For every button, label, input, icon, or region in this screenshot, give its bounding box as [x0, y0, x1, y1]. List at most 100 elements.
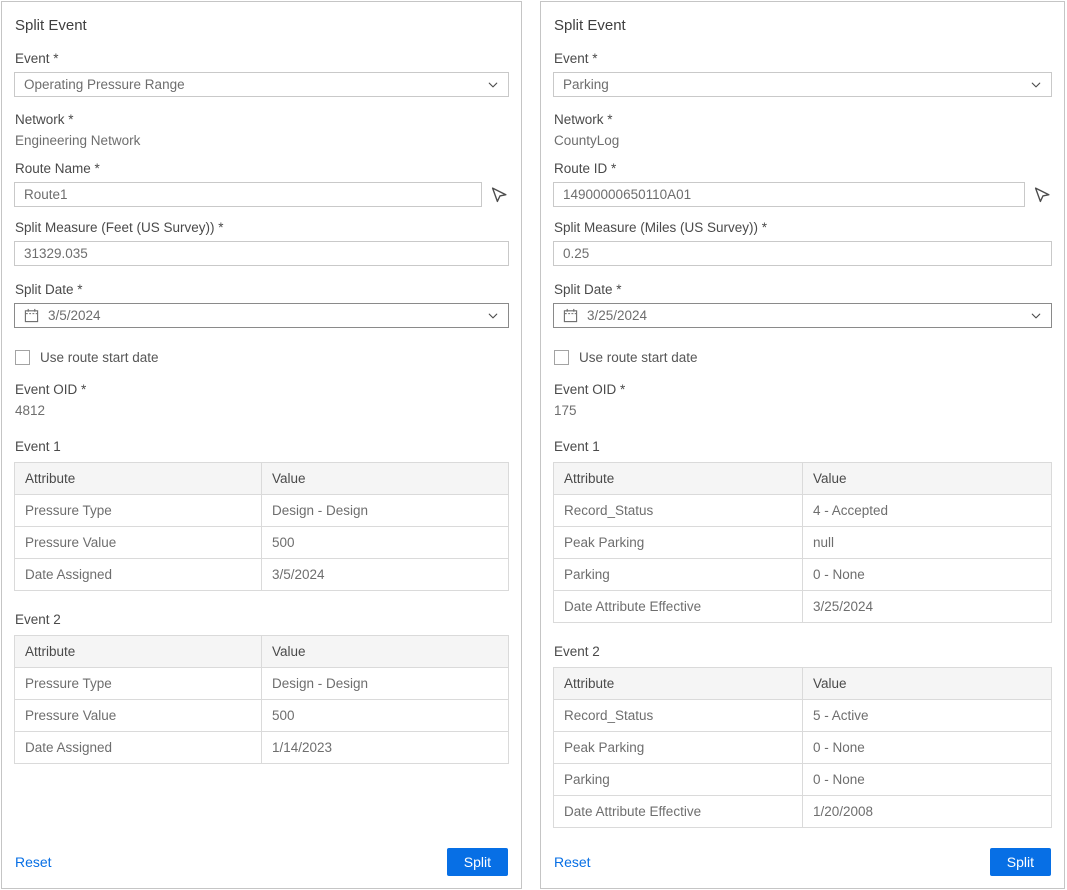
split-button[interactable]: Split — [447, 848, 508, 876]
attribute-cell: Record_Status — [554, 495, 803, 527]
table-row: Record_Status 5 - Active — [554, 700, 1052, 732]
value-cell: null — [803, 527, 1052, 559]
value-cell: 3/5/2024 — [262, 559, 509, 591]
use-route-start-date-checkbox[interactable] — [554, 350, 569, 365]
attribute-cell: Pressure Type — [15, 668, 262, 700]
attribute-cell: Date Assigned — [15, 732, 262, 764]
event-label: Event * — [15, 51, 509, 66]
attribute-cell: Record_Status — [554, 700, 803, 732]
page-title: Split Event — [15, 17, 509, 34]
attribute-cell: Pressure Type — [15, 495, 262, 527]
value-cell: 4 - Accepted — [803, 495, 1052, 527]
value-column-header: Value — [262, 463, 509, 495]
attribute-cell: Peak Parking — [554, 527, 803, 559]
event2-table: Attribute Value Record_Status 5 - Active… — [553, 667, 1052, 828]
value-cell: Design - Design — [262, 668, 509, 700]
split-date-label: Split Date * — [554, 282, 1052, 297]
page-title: Split Event — [554, 17, 1052, 34]
value-cell: 500 — [262, 527, 509, 559]
attribute-cell: Pressure Value — [15, 700, 262, 732]
reset-button[interactable]: Reset — [15, 854, 52, 870]
split-event-widgets: Split Event Event * Operating Pressure R… — [0, 0, 1067, 889]
split-button[interactable]: Split — [990, 848, 1051, 876]
route-input-value: 14900000650110A01 — [563, 187, 691, 202]
event-label: Event * — [554, 51, 1052, 66]
measure-label: Split Measure (Feet (US Survey)) * — [15, 220, 509, 235]
event1-title: Event 1 — [15, 439, 509, 454]
use-route-start-date-label: Use route start date — [579, 350, 698, 365]
select-route-pointer-icon[interactable] — [489, 185, 509, 205]
event2-title: Event 2 — [15, 612, 509, 627]
measure-input[interactable]: 31329.035 — [14, 241, 509, 266]
table-row: Parking 0 - None — [554, 559, 1052, 591]
table-row: Pressure Value 500 — [15, 700, 509, 732]
table-row: Date Attribute Effective 3/25/2024 — [554, 591, 1052, 623]
table-row: Pressure Type Design - Design — [15, 495, 509, 527]
event1-title: Event 1 — [554, 439, 1052, 454]
value-cell: 0 - None — [803, 764, 1052, 796]
event-oid-label: Event OID * — [554, 382, 1052, 397]
event-select[interactable]: Parking — [553, 72, 1052, 97]
split-date-picker[interactable]: 3/5/2024 — [14, 303, 509, 328]
chevron-down-icon — [487, 310, 499, 322]
use-route-start-date-checkbox[interactable] — [15, 350, 30, 365]
split-event-panel-right: Split Event Event * Parking Network * Co… — [540, 1, 1065, 889]
calendar-icon — [563, 308, 578, 323]
attribute-cell: Date Attribute Effective — [554, 796, 803, 828]
network-label: Network * — [554, 112, 1052, 127]
value-column-header: Value — [262, 636, 509, 668]
chevron-down-icon — [1030, 79, 1042, 91]
value-column-header: Value — [803, 668, 1052, 700]
network-label: Network * — [15, 112, 509, 127]
table-row: Peak Parking null — [554, 527, 1052, 559]
attribute-cell: Date Attribute Effective — [554, 591, 803, 623]
attribute-cell: Parking — [554, 559, 803, 591]
route-label: Route Name * — [15, 161, 509, 176]
event1-table: Attribute Value Record_Status 4 - Accept… — [553, 462, 1052, 623]
calendar-icon — [24, 308, 39, 323]
value-cell: 0 - None — [803, 559, 1052, 591]
route-label: Route ID * — [554, 161, 1052, 176]
split-date-value: 3/25/2024 — [587, 308, 647, 323]
attribute-column-header: Attribute — [554, 463, 803, 495]
attribute-column-header: Attribute — [554, 668, 803, 700]
event2-table: Attribute Value Pressure Type Design - D… — [14, 635, 509, 764]
attribute-column-header: Attribute — [15, 636, 262, 668]
event2-title: Event 2 — [554, 644, 1052, 659]
table-row: Pressure Value 500 — [15, 527, 509, 559]
use-route-start-date-label: Use route start date — [40, 350, 159, 365]
table-row: Date Assigned 3/5/2024 — [15, 559, 509, 591]
table-row: Parking 0 - None — [554, 764, 1052, 796]
measure-input-value: 0.25 — [563, 246, 589, 261]
event-oid-value: 4812 — [15, 403, 509, 418]
table-header-row: Attribute Value — [15, 463, 509, 495]
event-oid-value: 175 — [554, 403, 1052, 418]
measure-label: Split Measure (Miles (US Survey)) * — [554, 220, 1052, 235]
event1-table: Attribute Value Pressure Type Design - D… — [14, 462, 509, 591]
attribute-column-header: Attribute — [15, 463, 262, 495]
reset-button[interactable]: Reset — [554, 854, 591, 870]
measure-input[interactable]: 0.25 — [553, 241, 1052, 266]
split-event-panel-left: Split Event Event * Operating Pressure R… — [1, 1, 522, 889]
split-date-picker[interactable]: 3/25/2024 — [553, 303, 1052, 328]
value-cell: 1/20/2008 — [803, 796, 1052, 828]
table-header-row: Attribute Value — [554, 668, 1052, 700]
value-cell: 1/14/2023 — [262, 732, 509, 764]
table-header-row: Attribute Value — [554, 463, 1052, 495]
value-column-header: Value — [803, 463, 1052, 495]
select-route-pointer-icon[interactable] — [1032, 185, 1052, 205]
attribute-cell: Pressure Value — [15, 527, 262, 559]
table-row: Pressure Type Design - Design — [15, 668, 509, 700]
table-header-row: Attribute Value — [15, 636, 509, 668]
event-select[interactable]: Operating Pressure Range — [14, 72, 509, 97]
value-cell: 3/25/2024 — [803, 591, 1052, 623]
route-input[interactable]: Route1 — [14, 182, 482, 207]
attribute-cell: Parking — [554, 764, 803, 796]
route-input[interactable]: 14900000650110A01 — [553, 182, 1025, 207]
table-row: Date Attribute Effective 1/20/2008 — [554, 796, 1052, 828]
value-cell: Design - Design — [262, 495, 509, 527]
chevron-down-icon — [1030, 310, 1042, 322]
network-value: Engineering Network — [15, 133, 509, 148]
split-date-value: 3/5/2024 — [48, 308, 101, 323]
event-select-value: Parking — [563, 77, 609, 92]
